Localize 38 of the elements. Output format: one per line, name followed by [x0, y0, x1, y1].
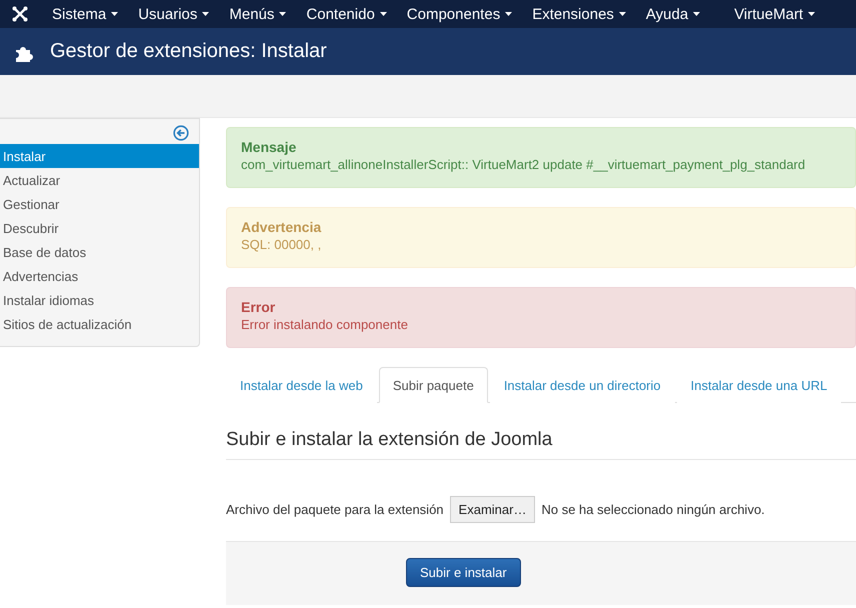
alert-text: com_virtuemart_allinoneInstallerScript:: VirtueMart2 update #__virtuemart_payment_plg_standard	[241, 157, 806, 172]
alert-text: SQL: 00000, ,	[241, 237, 322, 252]
page-title: Gestor de extensiones: Instalar	[50, 40, 327, 63]
caret-icon	[111, 12, 118, 16]
sidebar-item[interactable]: Descubrir	[0, 216, 199, 240]
menu-item[interactable]: Ayuda	[636, 6, 710, 22]
sidebar-item[interactable]: Advertencias	[0, 264, 199, 288]
caret-icon	[279, 12, 286, 16]
tab[interactable]: Subir paquete	[378, 367, 488, 403]
caret-icon	[505, 12, 512, 16]
browse-button[interactable]: Examinar…	[450, 496, 536, 523]
caret-icon	[618, 12, 626, 16]
joomla-logo-icon	[12, 6, 28, 22]
caret-icon	[693, 12, 700, 16]
caret-icon	[202, 12, 210, 16]
upload-install-button[interactable]: Subir e instalar	[406, 558, 521, 587]
menu-item[interactable]: Sistema	[42, 6, 128, 22]
alert-heading: Error	[241, 299, 276, 315]
sidebar-item[interactable]: Actualizar	[0, 168, 199, 192]
sidebar-item[interactable]: Base de datos	[0, 240, 199, 264]
section-heading: Subir e instalar la extensión de Joomla	[226, 429, 856, 460]
alert-text: Error instalando componente	[241, 317, 409, 332]
menu-item[interactable]: VirtueMart	[724, 6, 826, 22]
file-status-text: No se ha seleccionado ningún archivo.	[541, 502, 765, 517]
menu-item[interactable]: Menús	[219, 6, 296, 22]
menu-item[interactable]: Componentes	[396, 6, 522, 22]
sidebar-item[interactable]: Gestionar	[0, 192, 199, 216]
sidebar-item[interactable]: Instalar idiomas	[0, 288, 199, 312]
menu-item[interactable]: Contenido	[296, 6, 397, 22]
sidebar-item[interactable]: Instalar	[0, 144, 199, 168]
alert-heading: Advertencia	[241, 219, 322, 235]
field-label: Archivo del paquete para la extensión	[226, 502, 444, 517]
menu-item[interactable]: Extensiones	[522, 6, 636, 22]
caret-icon	[808, 12, 816, 16]
caret-icon	[380, 12, 387, 16]
menu-item[interactable]: Usuarios	[128, 6, 220, 22]
alert-heading: Mensaje	[241, 139, 298, 155]
sidebar-item[interactable]: Sitios de actualización	[0, 312, 199, 336]
